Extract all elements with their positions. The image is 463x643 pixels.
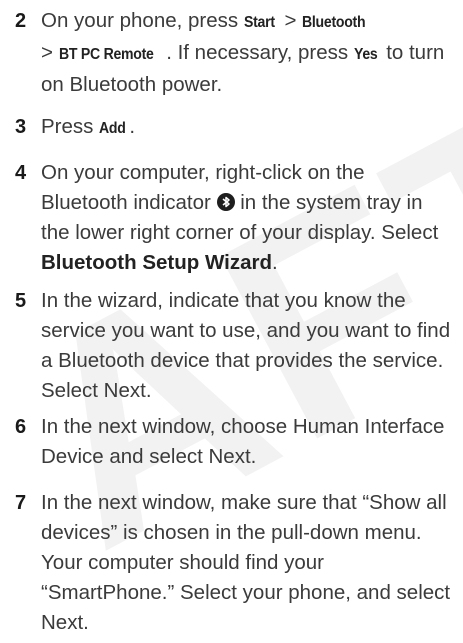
step-text: In the wizard, indicate that you know th… <box>41 289 451 402</box>
step-number: 3 <box>15 116 27 138</box>
key-bt-pc-remote: BT PC Remote <box>58 46 154 63</box>
bluetooth-setup-wizard-label: Bluetooth Setup Wizard <box>41 251 272 274</box>
step-text: In the next window, make sure that “Show… <box>41 491 451 634</box>
bluetooth-icon <box>216 193 235 211</box>
step-number: 4 <box>15 162 27 184</box>
step-number: 2 <box>15 10 27 32</box>
step-text: On your phone, press Start > Bluetooth >… <box>41 9 445 96</box>
key-yes: Yes <box>353 46 378 63</box>
step-number: 5 <box>15 290 27 312</box>
step-text: In the next window, choose Human Interfa… <box>41 415 445 468</box>
step-text: Press Add. <box>41 112 456 144</box>
key-bluetooth: Bluetooth <box>302 14 366 31</box>
key-add: Add <box>99 120 126 137</box>
step-number: 7 <box>15 492 27 514</box>
step-number: 6 <box>15 416 27 438</box>
step-text: On your computer, right-click on the Blu… <box>41 161 439 274</box>
key-start: Start <box>243 14 275 31</box>
